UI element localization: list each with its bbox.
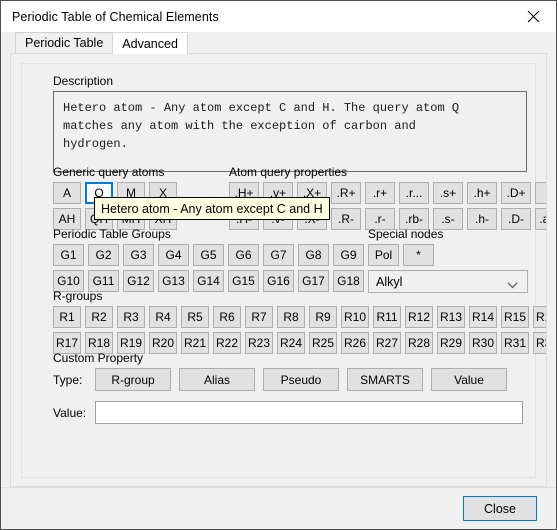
tab-strip: Periodic Table Advanced (1, 32, 556, 54)
advanced-group-box: Description Hetero atom - Any atom excep… (21, 63, 546, 478)
r-group-button-r32[interactable]: R32 (533, 332, 546, 354)
description-label: Description (53, 74, 114, 88)
r-group-button-r15[interactable]: R15 (501, 306, 529, 328)
aqp-button-a-slash-a[interactable]: .a/A (535, 208, 546, 230)
special-node-button-asterisk[interactable]: * (403, 244, 434, 266)
r-group-button-r3[interactable]: R3 (117, 306, 145, 328)
generic-query-atoms-label: Generic query atoms (53, 165, 165, 179)
tab-panel-advanced: Description Hetero atom - Any atom excep… (10, 53, 547, 487)
periodic-table-groups-label: Periodic Table Groups (53, 227, 171, 241)
r-group-button-r16[interactable]: R16 (533, 306, 546, 328)
r-groups-row-1: R1 R2 R3 R4 R5 R6 R7 R8 R9 R10 R11 R12 R… (53, 306, 546, 328)
tooltip: Hetero atom - Any atom except C and H (94, 197, 330, 220)
special-nodes-dropdown-value: Alkyl (376, 274, 403, 289)
r-group-button-r8[interactable]: R8 (277, 306, 305, 328)
custom-property-value-row: Value: (53, 401, 523, 424)
custom-property-label: Custom Property (53, 351, 144, 365)
close-icon[interactable] (511, 2, 556, 32)
atom-query-properties-label: Atom query properties (229, 165, 348, 179)
tab-periodic-table[interactable]: Periodic Table (15, 32, 114, 53)
description-textbox: Hetero atom - Any atom except C and H. T… (53, 91, 527, 172)
generic-query-atoms-section: Generic query atoms A Q M X AH QH MH XH (53, 165, 330, 230)
tab-advanced-label: Advanced (122, 36, 178, 51)
tab-periodic-table-label: Periodic Table (25, 36, 104, 50)
special-nodes-section: Special nodes Pol * Alkyl (368, 227, 528, 293)
r-group-button-r7[interactable]: R7 (245, 306, 273, 328)
special-node-button-pol[interactable]: Pol (368, 244, 399, 266)
ptg-button-g8[interactable]: G8 (298, 244, 329, 266)
custom-property-type-row: Type: R-group Alias Pseudo SMARTS Value (53, 368, 523, 391)
r-group-button-r9[interactable]: R9 (309, 306, 337, 328)
tab-advanced[interactable]: Advanced (112, 32, 188, 54)
window-title: Periodic Table of Chemical Elements (12, 9, 219, 24)
r-group-button-r2[interactable]: R2 (85, 306, 113, 328)
aqp-button-h-small-plus[interactable]: .h+ (467, 182, 497, 204)
ptg-button-g6[interactable]: G6 (228, 244, 259, 266)
ptg-button-g2[interactable]: G2 (88, 244, 119, 266)
ptg-button-g3[interactable]: G3 (123, 244, 154, 266)
r-group-button-r14[interactable]: R14 (469, 306, 497, 328)
advanced-content: Description Hetero atom - Any atom excep… (22, 64, 546, 477)
close-button-label: Close (484, 501, 516, 516)
custom-property-value-label: Value: (53, 405, 87, 420)
aqp-button-u[interactable]: .u (535, 182, 546, 204)
close-button[interactable]: Close (463, 496, 537, 521)
dialog-window: Periodic Table of Chemical Elements Peri… (0, 0, 557, 530)
custom-property-button-pseudo[interactable]: Pseudo (263, 368, 339, 391)
periodic-table-groups-section: Periodic Table Groups G1 G2 G3 G4 G5 G6 … (53, 227, 364, 292)
title-bar: Periodic Table of Chemical Elements (1, 1, 556, 32)
aqp-button-r-small-plus[interactable]: .r+ (365, 182, 395, 204)
description-section: Description Hetero atom - Any atom excep… (53, 74, 527, 172)
custom-property-value-input[interactable] (95, 401, 523, 424)
ptg-button-g5[interactable]: G5 (193, 244, 224, 266)
special-nodes-row: Pol * (368, 244, 528, 266)
special-nodes-label: Special nodes (368, 227, 444, 241)
aqp-button-d-plus[interactable]: .D+ (501, 182, 531, 204)
aqp-button-r-ellipsis[interactable]: .r... (399, 182, 429, 204)
ptg-button-g4[interactable]: G4 (158, 244, 189, 266)
r-group-button-r10[interactable]: R10 (341, 306, 369, 328)
r-group-button-r1[interactable]: R1 (53, 306, 81, 328)
aqp-button-r-plus[interactable]: .R+ (331, 182, 361, 204)
r-group-button-r12[interactable]: R12 (405, 306, 433, 328)
r-group-button-r11[interactable]: R11 (373, 306, 401, 328)
dialog-footer: Close (1, 487, 556, 529)
custom-property-button-value[interactable]: Value (431, 368, 507, 391)
r-groups-label: R-groups (53, 289, 103, 303)
r-groups-section: R-groups R1 R2 R3 R4 R5 R6 R7 R8 R9 R10 … (53, 289, 546, 354)
custom-property-button-r-group[interactable]: R-group (95, 368, 171, 391)
r-group-button-r4[interactable]: R4 (149, 306, 177, 328)
custom-property-section: Custom Property Type: R-group Alias Pseu… (53, 351, 523, 424)
ptg-button-g7[interactable]: G7 (263, 244, 294, 266)
aqp-button-s-plus[interactable]: .s+ (433, 182, 463, 204)
ptg-button-g9[interactable]: G9 (333, 244, 364, 266)
custom-property-button-smarts[interactable]: SMARTS (347, 368, 423, 391)
custom-property-type-label: Type: (53, 372, 83, 387)
r-group-button-r6[interactable]: R6 (213, 306, 241, 328)
gqa-button-a[interactable]: A (53, 182, 81, 204)
ptg-row-1: G1 G2 G3 G4 G5 G6 G7 G8 G9 (53, 244, 364, 266)
r-group-button-r13[interactable]: R13 (437, 306, 465, 328)
ptg-button-g1[interactable]: G1 (53, 244, 84, 266)
r-group-button-r5[interactable]: R5 (181, 306, 209, 328)
custom-property-button-alias[interactable]: Alias (179, 368, 255, 391)
